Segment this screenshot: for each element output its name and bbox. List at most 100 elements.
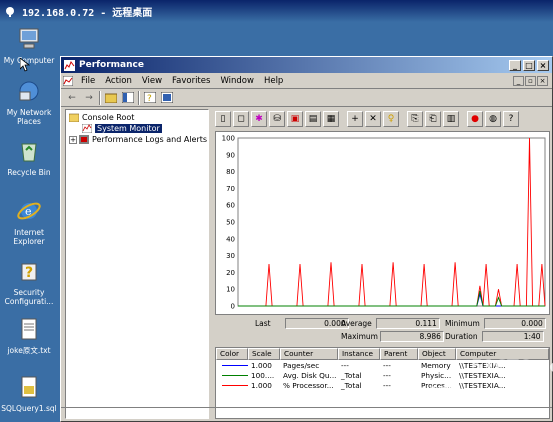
stat-average: Average 0.111 [341,318,440,329]
svg-text:e: e [25,205,32,218]
y-tick-label: 70 [226,185,235,193]
desktop-icon-label: My Network Places [6,108,52,126]
network-places-icon [19,81,39,101]
help-icon[interactable]: ? [143,91,157,105]
menu-help[interactable]: Help [259,76,288,86]
stat-value: 8.986 [379,331,444,342]
view-report-icon[interactable]: ▦ [323,111,339,127]
child-minimize-button[interactable]: _ [513,75,524,86]
forward-arrow-icon[interactable]: → [82,91,96,105]
help-icon[interactable]: ? [503,111,519,127]
performance-window: Performance _ □ × File Action View Favor… [60,56,553,422]
desktop-icon-recycle-bin[interactable]: Recycle Bin [0,138,58,177]
highlight-icon[interactable]: ♀ [383,111,399,127]
stat-duration: Duration 1:40 [445,331,544,342]
child-restore-button[interactable]: ▫ [525,75,536,86]
watermark-blog: Blog [513,387,539,398]
stat-value: 1:40 [481,331,544,342]
col-color[interactable]: Color [216,348,248,360]
menu-view[interactable]: View [137,76,167,86]
show-hide-tree-icon[interactable] [121,91,135,105]
menu-action[interactable]: Action [100,76,137,86]
new-counter-set-icon[interactable]: ▯ [215,111,231,127]
back-arrow-icon[interactable]: ← [65,91,79,105]
desktop-icon-network[interactable]: My Network Places [0,78,58,126]
window-titlebar[interactable]: Performance _ □ × [61,57,552,73]
stat-label: Minimum [445,319,480,328]
y-tick-label: 40 [226,235,235,243]
stat-value: 0.111 [375,318,440,329]
view-log-data-icon[interactable]: ⛁ [269,111,285,127]
y-tick-label: 90 [226,151,235,159]
legend-cell-counter: % Processor... [283,380,334,390]
legend-cell-parent: --- [383,370,391,380]
view-histogram-icon[interactable]: ▤ [305,111,321,127]
y-tick-label: 0 [231,303,235,311]
copy-properties-icon[interactable]: ⎘ [407,111,423,127]
performance-chart: 1009080706050403020100 [222,135,546,311]
sql-file-icon [21,376,37,398]
console-tree: Console Root System Monitor + Performanc… [65,109,209,419]
tree-node-system-monitor[interactable]: System Monitor [82,124,162,133]
tree-node-perf-logs[interactable]: + Performance Logs and Alerts [69,135,207,144]
security-configuration-icon: ? [21,263,37,281]
tree-label: System Monitor [95,124,162,133]
close-button[interactable]: × [537,59,549,71]
col-scale[interactable]: Scale [248,348,280,360]
stat-value: 0.000 [483,318,546,329]
expand-plus-icon[interactable]: + [69,135,77,144]
menu-file[interactable]: File [76,76,100,86]
pin-icon[interactable] [4,5,16,17]
legend-cell-parent: --- [383,360,391,370]
remote-desktop-title: 192.168.0.72 - 远程桌面 [22,7,153,19]
legend-cell-instance: --- [341,360,349,370]
col-parent[interactable]: Parent [380,348,418,360]
tree-node-console-root[interactable]: Console Root [69,113,134,122]
properties-icon[interactable]: ▥ [443,111,459,127]
stat-minimum: Minimum 0.000 [445,318,546,329]
col-object[interactable]: Object [418,348,456,360]
freeze-display-icon[interactable]: ● [467,111,483,127]
delete-counter-icon[interactable]: ✕ [365,111,381,127]
maximize-button[interactable]: □ [523,59,535,71]
up-folder-icon[interactable] [104,91,118,105]
desktop-icon-security-config[interactable]: ? Security Configurati... [0,258,58,306]
menu-bar: File Action View Favorites Window Help _… [61,73,552,89]
view-graph-icon[interactable]: ▣ [287,111,303,127]
minimize-button[interactable]: _ [509,59,521,71]
y-tick-label: 100 [222,135,235,143]
properties-icon[interactable] [160,91,174,105]
stat-last: Last 0.000 [255,318,349,329]
paste-counter-list-icon[interactable]: ⎗ [425,111,441,127]
toolbar-separator [138,90,140,105]
update-data-icon[interactable]: ◍ [485,111,501,127]
menu-window[interactable]: Window [215,76,259,86]
svg-text:?: ? [25,265,33,281]
desktop-icon-joke-txt[interactable]: joke原文.txt [0,316,58,355]
window-title: Performance [79,60,144,70]
desktop-icon-internet-explorer[interactable]: e Internet Explorer [0,198,58,246]
console-menu-icon[interactable] [63,75,73,86]
mouse-cursor-icon [20,58,30,72]
y-tick-label: 50 [226,219,235,227]
legend-cell-scale: 1.000 [251,380,272,390]
statistics-bar: Last 0.000 Average 0.111 Minimum 0.000 M… [215,316,550,344]
recycle-bin-icon [21,143,37,162]
desktop-icon-sqlquery[interactable]: SQLQuery1.sql [0,374,58,413]
y-tick-label: 60 [226,202,235,210]
stat-label: Last [255,319,271,328]
desktop-icon-label: Recycle Bin [7,168,51,177]
clear-display-icon[interactable]: ◻ [233,111,249,127]
child-close-button[interactable]: × [537,75,548,86]
legend-row[interactable]: 1.000% Processor... _Total --- Proces... \\T… [216,380,549,390]
col-instance[interactable]: Instance [338,348,380,360]
system-monitor-toolbar: ▯ ◻ ✱ ⛁ ▣ ▤ ▦ + ✕ ♀ ⎘ ⎗ ▥ ● ◍ ? [211,109,552,129]
watermark-site: 51CTO.com [471,357,553,377]
internet-explorer-icon: e [17,202,41,220]
add-counter-icon[interactable]: + [347,111,363,127]
menu-favorites[interactable]: Favorites [167,76,215,86]
y-tick-label: 30 [226,252,235,260]
view-current-activity-icon[interactable]: ✱ [251,111,267,127]
col-counter[interactable]: Counter [280,348,338,360]
desktop-icon-label: SQLQuery1.sql [1,404,57,413]
